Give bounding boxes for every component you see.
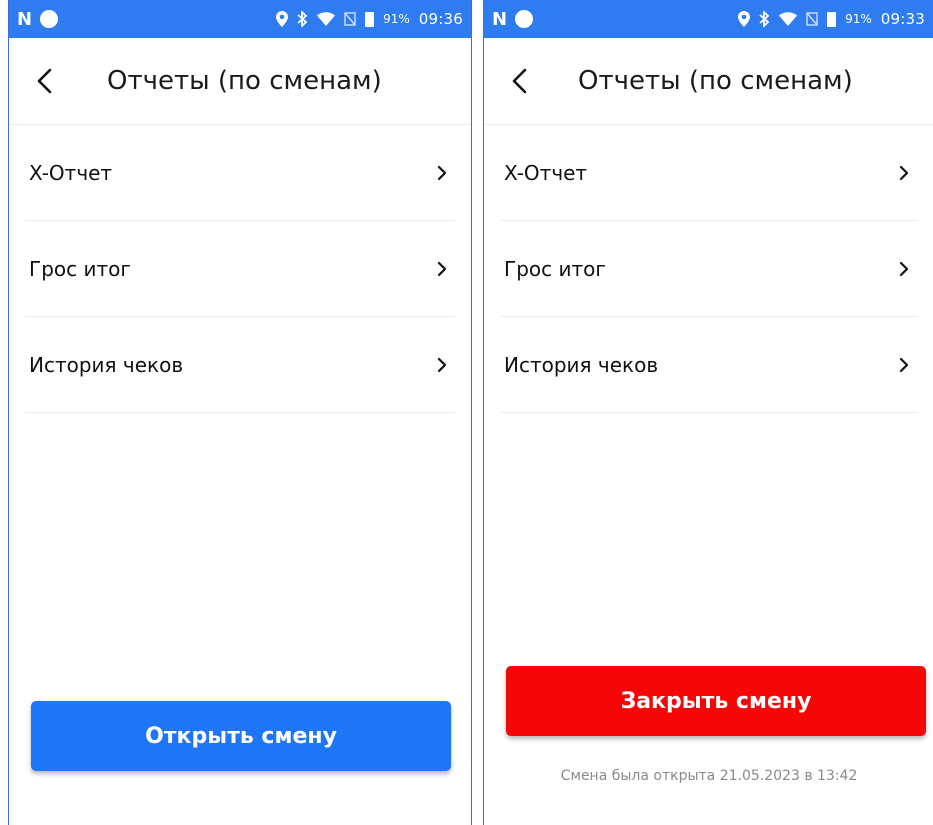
circle-icon bbox=[40, 10, 59, 28]
menu-item-label: X-Отчет bbox=[504, 160, 588, 185]
close-shift-button[interactable]: Закрыть смену bbox=[506, 666, 926, 736]
phone-screen-right: N 91% 09:33 Отчеты (по сменам) X-Отчет Г… bbox=[483, 0, 933, 825]
chevron-right-icon bbox=[899, 165, 909, 180]
page-title: Отчеты (по сменам) bbox=[578, 66, 853, 96]
back-arrow-icon[interactable] bbox=[508, 64, 532, 98]
menu-item-gross-total[interactable]: Грос итог bbox=[500, 221, 917, 317]
reports-menu: X-Отчет Грос итог История чеков bbox=[9, 125, 471, 413]
reports-menu: X-Отчет Грос итог История чеков bbox=[484, 125, 933, 413]
battery-percent: 91% bbox=[845, 12, 872, 26]
page-title: Отчеты (по сменам) bbox=[107, 66, 382, 96]
app-header: Отчеты (по сменам) bbox=[9, 38, 471, 125]
n-icon: N bbox=[492, 8, 508, 30]
wifi-icon bbox=[317, 12, 336, 26]
circle-icon bbox=[515, 10, 534, 28]
status-bar: N 91% 09:36 bbox=[9, 0, 471, 38]
no-sim-icon bbox=[344, 12, 356, 26]
no-sim-icon bbox=[806, 12, 818, 26]
location-icon bbox=[738, 11, 751, 27]
menu-item-gross-total[interactable]: Грос итог bbox=[25, 221, 455, 317]
n-icon: N bbox=[17, 8, 33, 30]
status-time: 09:36 bbox=[418, 10, 463, 28]
open-shift-button[interactable]: Открыть смену bbox=[31, 701, 451, 771]
menu-item-label: X-Отчет bbox=[29, 160, 113, 185]
menu-item-label: История чеков bbox=[29, 352, 184, 377]
menu-item-label: Грос итог bbox=[29, 256, 131, 281]
chevron-right-icon bbox=[899, 261, 909, 276]
app-header: Отчеты (по сменам) bbox=[484, 38, 933, 125]
menu-item-x-report[interactable]: X-Отчет bbox=[25, 125, 455, 221]
chevron-right-icon bbox=[437, 357, 447, 372]
wifi-icon bbox=[779, 12, 798, 26]
status-bar: N 91% 09:33 bbox=[484, 0, 933, 38]
battery-percent: 91% bbox=[383, 12, 410, 26]
menu-item-label: Грос итог bbox=[504, 256, 606, 281]
shift-opened-caption: Смена была открыта 21.05.2023 в 13:42 bbox=[560, 768, 858, 784]
menu-item-receipt-history[interactable]: История чеков bbox=[25, 317, 455, 413]
status-time: 09:33 bbox=[880, 10, 925, 28]
chevron-right-icon bbox=[437, 261, 447, 276]
chevron-right-icon bbox=[437, 165, 447, 180]
phone-screen-left: N 91% 09:36 Отчеты (по сменам) X-Отчет Г… bbox=[8, 0, 472, 825]
back-arrow-icon[interactable] bbox=[33, 64, 57, 98]
menu-item-x-report[interactable]: X-Отчет bbox=[500, 125, 917, 221]
battery-icon bbox=[827, 11, 837, 27]
bluetooth-icon bbox=[759, 11, 770, 27]
location-icon bbox=[276, 11, 289, 27]
menu-item-label: История чеков bbox=[504, 352, 659, 377]
chevron-right-icon bbox=[899, 357, 909, 372]
bluetooth-icon bbox=[297, 11, 308, 27]
menu-item-receipt-history[interactable]: История чеков bbox=[500, 317, 917, 413]
battery-icon bbox=[365, 11, 375, 27]
